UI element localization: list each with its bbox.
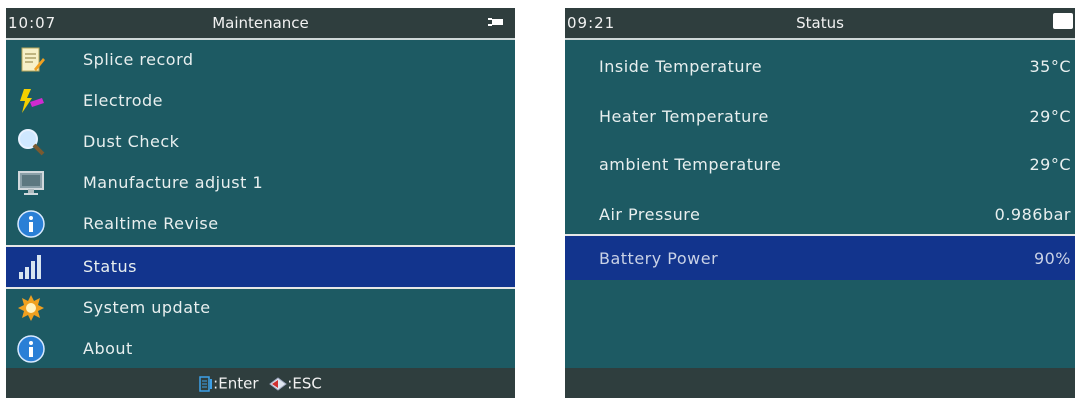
signal-bars-icon bbox=[19, 255, 41, 279]
status-label: Air Pressure bbox=[599, 205, 701, 224]
lightning-electrode-icon bbox=[20, 89, 44, 113]
gear-sun-icon bbox=[18, 295, 44, 321]
menu-item-status[interactable]: Status bbox=[6, 245, 515, 289]
status-value: 29°C bbox=[1029, 107, 1071, 126]
status-row-heater-temperature: Heater Temperature 29°C bbox=[565, 94, 1075, 138]
menu-item-label: Realtime Revise bbox=[83, 214, 219, 233]
status-row-battery-power[interactable]: Battery Power 90% bbox=[565, 234, 1075, 280]
enter-hint-label: :Enter bbox=[213, 374, 259, 393]
menu-item-label: Splice record bbox=[83, 50, 194, 69]
status-row-ambient-temperature: ambient Temperature 29°C bbox=[565, 142, 1075, 186]
menu-item-dust-check[interactable]: Dust Check bbox=[6, 122, 515, 162]
menu-item-splice-record[interactable]: Splice record bbox=[6, 40, 515, 80]
menu-item-label: Electrode bbox=[83, 91, 163, 110]
status-row-air-pressure: Air Pressure 0.986bar bbox=[565, 192, 1075, 236]
menu-item-realtime-revise[interactable]: Realtime Revise bbox=[6, 204, 515, 244]
menu-item-label: Dust Check bbox=[83, 132, 180, 151]
enter-key-icon bbox=[199, 375, 213, 392]
monitor-icon bbox=[18, 171, 44, 195]
status-row-inside-temperature: Inside Temperature 35°C bbox=[565, 44, 1075, 88]
esc-hint-label: :ESC bbox=[287, 374, 322, 393]
status-value: 0.986bar bbox=[994, 205, 1071, 224]
menu-item-electrode[interactable]: Electrode bbox=[6, 81, 515, 121]
notepad-pencil-icon bbox=[21, 47, 45, 72]
screen-title: Maintenance bbox=[212, 14, 309, 32]
menu-item-about[interactable]: About bbox=[6, 329, 515, 369]
status-value: 29°C bbox=[1029, 155, 1071, 174]
status-screen: 09:21 Status Inside Temperature 35°C Hea… bbox=[565, 8, 1075, 398]
battery-icon bbox=[1053, 13, 1073, 29]
menu-item-label: Manufacture adjust 1 bbox=[83, 173, 264, 192]
footer-hint-bar: :Enter :ESC bbox=[6, 368, 515, 398]
status-value: 90% bbox=[1033, 249, 1071, 268]
menu-item-system-update[interactable]: System update bbox=[6, 288, 515, 328]
magnifier-icon bbox=[18, 129, 45, 156]
status-label: Battery Power bbox=[599, 249, 719, 268]
info-icon bbox=[17, 335, 45, 363]
menu-item-label: System update bbox=[83, 298, 211, 317]
menu-item-label: About bbox=[83, 339, 133, 358]
status-bar: 10:07 Maintenance bbox=[6, 8, 515, 40]
status-label: ambient Temperature bbox=[599, 155, 782, 174]
power-plug-icon bbox=[488, 18, 503, 26]
status-bar: 09:21 Status bbox=[565, 8, 1075, 40]
footer-bar bbox=[565, 368, 1075, 398]
info-icon bbox=[17, 210, 45, 238]
menu-item-label: Status bbox=[83, 257, 137, 276]
menu-item-manufacture-adjust[interactable]: Manufacture adjust 1 bbox=[6, 163, 515, 203]
screen-title: Status bbox=[796, 14, 844, 32]
status-value: 35°C bbox=[1029, 57, 1071, 76]
esc-key-icon bbox=[269, 376, 288, 391]
status-label: Inside Temperature bbox=[599, 57, 763, 76]
status-label: Heater Temperature bbox=[599, 107, 769, 126]
maintenance-screen: 10:07 Maintenance Splice record Electrod… bbox=[6, 8, 515, 398]
